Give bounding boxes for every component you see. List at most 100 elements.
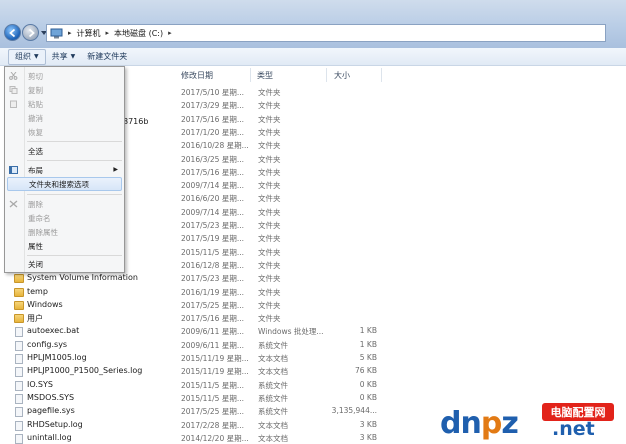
organize-menu: 剪切 复制 粘贴 撤消 恢复 全选 布局 ▶ 文件夹和搜索选项 删除 重命名 删… [4, 66, 125, 273]
file-date: 2016/6/20 星期... [181, 194, 244, 204]
menu-item-delete[interactable]: 删除 [5, 197, 124, 211]
menu-item-properties[interactable]: 属性 [5, 239, 124, 253]
file-date: 2016/1/19 星期... [181, 287, 244, 297]
column-header-type[interactable]: 类型 [257, 70, 273, 81]
breadcrumb-separator-icon: ▸ [105, 29, 110, 37]
file-row[interactable]: HPLJM1005.log 2015/11/19 星期... 文本文档 5 KB [0, 352, 626, 365]
file-name: System Volume Information [27, 273, 138, 283]
address-bar[interactable]: ▸ 计算机 ▸ 本地磁盘 (C:) ▸ [46, 24, 606, 42]
menu-item-close-label: 关闭 [28, 259, 43, 269]
new-folder-label: 新建文件夹 [87, 52, 128, 61]
file-date: 2014/12/20 星期... [181, 433, 249, 443]
menu-item-layout[interactable]: 布局 ▶ [5, 163, 124, 177]
file-type: 文本文档 [258, 420, 288, 430]
file-type: 文件夹 [258, 207, 281, 217]
watermark-dot-net: .net [552, 418, 595, 440]
back-button[interactable] [4, 24, 21, 41]
command-toolbar: 组织 ▼ 共享 ▼ 新建文件夹 [0, 48, 626, 66]
delete-x-icon [9, 200, 18, 208]
file-date: 2017/5/25 星期... [181, 407, 244, 417]
file-name: pagefile.sys [27, 406, 75, 416]
file-date: 2009/6/11 星期... [181, 340, 244, 350]
file-type: 文件夹 [258, 247, 281, 257]
menu-item-folder-options-label: 文件夹和搜索选项 [29, 179, 89, 189]
menu-item-folder-options[interactable]: 文件夹和搜索选项 [7, 177, 122, 191]
file-type: 文件夹 [258, 181, 281, 191]
file-name: HPLJP1000_P1500_Series.log [27, 366, 143, 376]
breadcrumb-local-disk[interactable]: 本地磁盘 (C:) [114, 28, 163, 39]
file-date: 2009/6/11 星期... [181, 327, 244, 337]
menu-item-redo[interactable]: 恢复 [5, 125, 124, 139]
menu-item-close[interactable]: 关闭 [5, 257, 124, 271]
file-date: 2017/2/28 星期... [181, 420, 244, 430]
file-row[interactable]: autoexec.bat 2009/6/11 星期... Windows 批处理..… [0, 325, 626, 338]
column-divider[interactable] [250, 68, 251, 82]
file-row[interactable]: config.sys 2009/6/11 星期... 系统文件 1 KB [0, 339, 626, 352]
paste-icon [10, 100, 17, 108]
menu-item-paste[interactable]: 粘贴 [5, 97, 124, 111]
file-size: 0 KB [359, 379, 377, 389]
organize-button[interactable]: 组织 ▼ [8, 48, 46, 65]
file-date: 2017/5/16 星期... [181, 314, 244, 324]
organize-label: 组织 [15, 52, 31, 61]
file-type: 文件夹 [258, 88, 281, 97]
file-type: 文件夹 [258, 221, 281, 230]
share-button[interactable]: 共享 ▼ [46, 49, 82, 65]
menu-item-select-all[interactable]: 全选 [5, 144, 124, 158]
copy-icon [9, 86, 18, 94]
file-size: 3 KB [359, 419, 377, 429]
file-icon [15, 433, 23, 444]
column-header-row: 修改日期 类型 大小 [176, 68, 626, 82]
file-type: 文件夹 [258, 300, 281, 310]
folder-icon [14, 274, 24, 284]
breadcrumb-separator-icon[interactable]: ▸ [168, 29, 172, 37]
chevron-down-icon: ▼ [70, 53, 76, 60]
file-row[interactable]: System Volume Information 2017/5/23 星期...… [0, 272, 626, 285]
breadcrumb-computer[interactable]: 计算机 [77, 28, 101, 39]
file-date: 2017/5/23 星期... [181, 274, 244, 284]
menu-item-remove-properties[interactable]: 删除属性 [5, 225, 124, 239]
file-date: 2016/3/25 星期... [181, 154, 244, 164]
menu-item-undo[interactable]: 撤消 [5, 111, 124, 125]
column-header-date[interactable]: 修改日期 [181, 70, 213, 81]
watermark-letters: dnpz [440, 406, 519, 441]
menu-item-remove-properties-label: 删除属性 [28, 227, 58, 237]
file-size: 0 KB [359, 392, 377, 402]
menu-item-copy[interactable]: 复制 [5, 83, 124, 97]
forward-button[interactable] [22, 24, 39, 41]
file-date: 2015/11/5 星期... [181, 247, 244, 257]
file-date: 2009/7/14 星期... [181, 207, 244, 217]
file-size: 3,135,944... [331, 406, 377, 416]
file-name: config.sys [27, 339, 68, 349]
file-date: 2017/5/19 星期... [181, 234, 244, 244]
file-type: 文本文档 [258, 367, 288, 377]
column-divider[interactable] [326, 68, 327, 82]
file-type: 文本文档 [258, 433, 288, 443]
file-date: 2017/5/10 星期... [181, 88, 244, 97]
arrow-right-icon [28, 28, 35, 37]
file-date: 2017/5/16 星期... [181, 114, 244, 124]
menu-separator [27, 255, 122, 256]
file-date: 2017/1/20 星期... [181, 127, 244, 137]
column-divider[interactable] [381, 68, 382, 82]
column-header-size[interactable]: 大小 [334, 70, 350, 81]
file-date: 2016/10/28 星期... [181, 141, 249, 151]
file-date: 2016/12/8 星期... [181, 260, 244, 270]
file-row[interactable]: temp 2016/1/19 星期... 文件夹 [0, 286, 626, 299]
file-date: 2015/11/19 星期... [181, 367, 249, 377]
file-type: 文件夹 [258, 127, 281, 137]
file-type: 系统文件 [258, 380, 288, 390]
menu-item-rename[interactable]: 重命名 [5, 211, 124, 225]
file-name: autoexec.bat [27, 326, 80, 336]
file-size: 1 KB [359, 339, 377, 349]
file-row[interactable]: 用户 2017/5/16 星期... 文件夹 [0, 312, 626, 325]
menu-item-undo-label: 撤消 [28, 113, 43, 123]
file-date: 2017/3/29 星期... [181, 101, 244, 111]
folder-icon [14, 287, 24, 297]
new-folder-button[interactable]: 新建文件夹 [81, 49, 133, 65]
file-date: 2009/7/14 星期... [181, 181, 244, 191]
file-row[interactable]: Windows 2017/5/25 星期... 文件夹 [0, 299, 626, 312]
menu-item-cut[interactable]: 剪切 [5, 69, 124, 83]
file-row[interactable]: IO.SYS 2015/11/5 星期... 系统文件 0 KB [0, 379, 626, 392]
file-row[interactable]: HPLJP1000_P1500_Series.log 2015/11/19 星期.… [0, 365, 626, 378]
